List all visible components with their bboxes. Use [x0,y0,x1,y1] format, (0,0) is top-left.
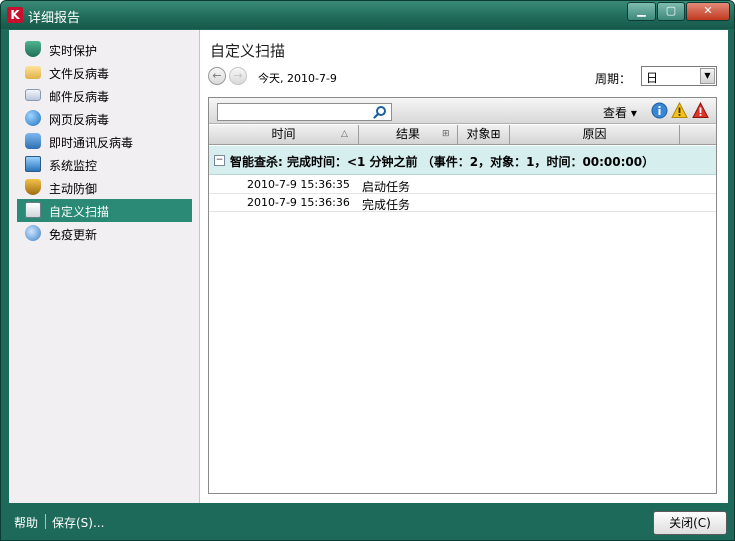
period-value: 日 [646,71,659,85]
report-table: 查看 ▾ 时间 △ 结果 ⊞ 对象⊞ 原因 − 智能查杀: 完成时间：<1 分钟… [208,97,717,494]
column-reason[interactable]: 原因 [510,125,680,144]
critical-icon[interactable] [692,102,709,119]
sidebar-item-label: 实时保护 [49,44,98,58]
defense-shield-icon [25,179,41,195]
column-object[interactable]: 对象⊞ [458,125,510,144]
report-toolbar: 查看 ▾ [209,98,716,124]
shield-icon [25,41,41,57]
sidebar-item-label: 主动防御 [49,182,98,196]
sidebar-item-custom-scan[interactable]: 自定义扫描 [17,199,192,222]
mail-icon [25,89,41,101]
close-window-button[interactable]: ✕ [686,2,730,21]
sidebar-item-realtime-protection[interactable]: 实时保护 [17,38,192,61]
kaspersky-icon: K [7,7,23,23]
footer-divider [45,514,46,529]
sidebar-item-label: 文件反病毒 [49,67,110,81]
cell-result: 完成任务 [362,198,411,212]
minimize-button[interactable]: ▁ [627,2,656,21]
column-header-row: 时间 △ 结果 ⊞ 对象⊞ 原因 [209,125,716,145]
title-bar[interactable]: K 详细报告 ▁ ▢ ✕ [1,1,734,29]
sidebar-item-label: 自定义扫描 [49,205,110,219]
cell-time: 2010-7-9 15:36:36 [247,196,350,209]
warning-icon[interactable] [671,102,688,119]
sidebar-item-proactive-defense[interactable]: 主动防御 [17,176,192,199]
main-panel: 自定义扫描 ← → 今天, 2010-7-9 周期： 日 ▼ 查看 ▾ 时间 △… [200,30,728,503]
search-icon[interactable] [373,105,387,119]
sidebar-item-mail-antivirus[interactable]: 邮件反病毒 [17,84,192,107]
report-window: K 详细报告 ▁ ▢ ✕ 实时保护 文件反病毒 邮件反病毒 网页反病毒 即时通讯… [0,0,735,541]
expand-column-icon: ⊞ [442,129,450,139]
view-menu-button[interactable]: 查看 ▾ [603,104,637,121]
current-date-label: 今天, 2010-7-9 [258,72,337,85]
folder-icon [25,66,41,79]
page-title: 自定义扫描 [210,42,286,60]
column-extra[interactable] [680,125,716,144]
period-label: 周期： [595,72,632,86]
table-row[interactable]: 2010-7-9 15:36:35 启动任务 [209,176,716,194]
chat-icon [25,133,41,149]
save-link[interactable]: 保存(S)... [52,514,104,531]
column-time[interactable]: 时间 △ [209,125,359,144]
sidebar-item-label: 免疫更新 [49,228,98,242]
info-icon[interactable] [651,102,668,119]
column-label: 时间 [271,127,296,141]
close-button[interactable]: 关闭(C) [653,511,727,535]
sidebar-item-update[interactable]: 免疫更新 [17,222,192,245]
table-row[interactable]: 2010-7-9 15:36:36 完成任务 [209,194,716,212]
cell-time: 2010-7-9 15:36:35 [247,178,350,191]
collapse-icon[interactable]: − [214,155,225,166]
help-link[interactable]: 帮助 [14,514,38,531]
update-icon [25,225,41,241]
sidebar-item-label: 即时通讯反病毒 [49,136,134,150]
forward-arrow-icon[interactable]: → [229,67,247,85]
sidebar-item-label: 邮件反病毒 [49,90,110,104]
sidebar-item-file-antivirus[interactable]: 文件反病毒 [17,61,192,84]
group-summary: 智能查杀: 完成时间：<1 分钟之前 （事件：2，对象：1，时间：00:00:0… [230,155,655,169]
sidebar-item-web-antivirus[interactable]: 网页反病毒 [17,107,192,130]
search-input[interactable] [217,103,392,121]
scan-icon [25,202,41,218]
period-select[interactable]: 日 ▼ [641,66,717,86]
sidebar-item-label: 系统监控 [49,159,98,173]
column-label: 结果 [395,127,420,141]
window-title: 详细报告 [28,11,81,26]
sort-asc-icon: △ [341,129,348,139]
footer-bar: 帮助 保存(S)... 关闭(C) [1,503,734,540]
maximize-button[interactable]: ▢ [657,2,685,21]
sidebar-item-system-monitor[interactable]: 系统监控 [17,153,192,176]
cell-result: 启动任务 [362,180,411,194]
chevron-down-icon[interactable]: ▼ [700,68,715,84]
sidebar: 实时保护 文件反病毒 邮件反病毒 网页反病毒 即时通讯反病毒 系统监控 主动防御 [9,30,200,503]
column-result[interactable]: 结果 ⊞ [359,125,458,144]
back-arrow-icon[interactable]: ← [208,67,226,85]
sidebar-item-im-antivirus[interactable]: 即时通讯反病毒 [17,130,192,153]
globe-icon [25,110,41,126]
monitor-icon [25,156,41,172]
group-row[interactable]: − 智能查杀: 完成时间：<1 分钟之前 （事件：2，对象：1，时间：00:00… [209,146,716,175]
sidebar-item-label: 网页反病毒 [49,113,110,127]
